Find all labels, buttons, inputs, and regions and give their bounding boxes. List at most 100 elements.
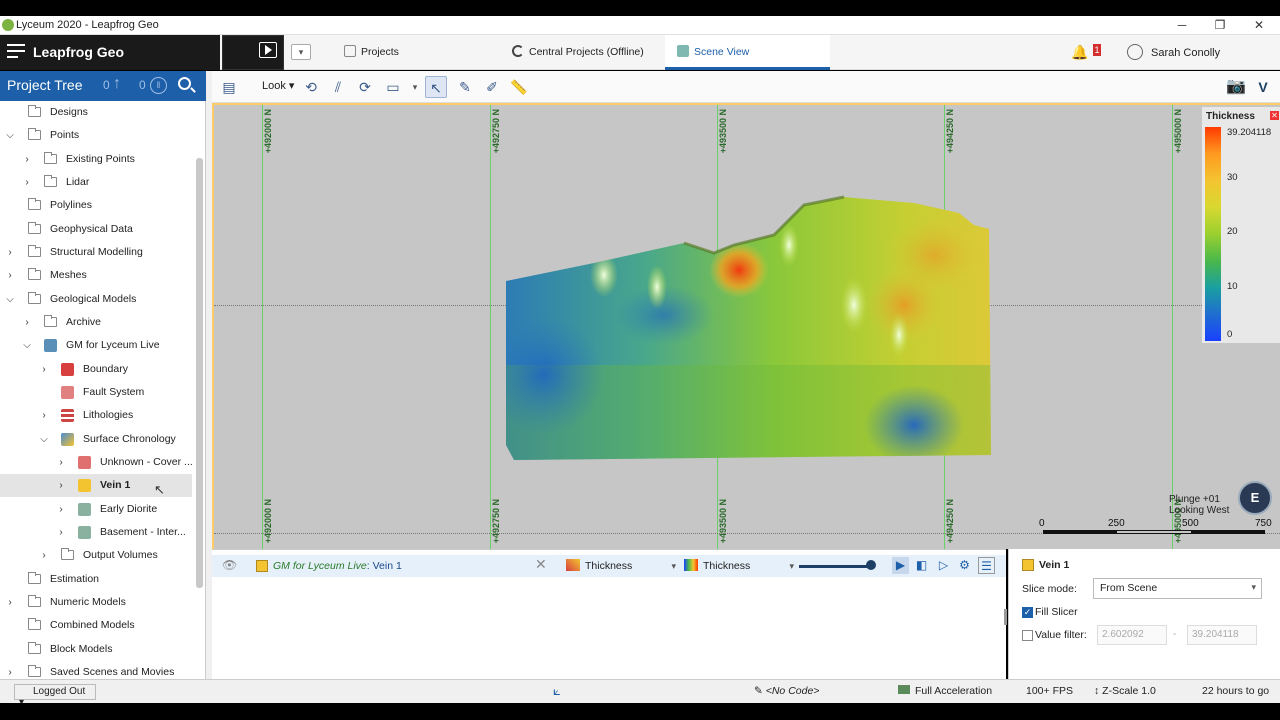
tree-item-estimation[interactable]: Estimation — [0, 568, 192, 591]
expand-chevron-icon[interactable]: › — [21, 171, 33, 194]
user-menu[interactable]: Sarah Conolly — [1127, 44, 1220, 60]
tree-item-lithologies[interactable]: › Lithologies — [0, 404, 192, 427]
property-dropdown[interactable]: Thickness ▾ — [566, 558, 676, 574]
tab-projects[interactable]: Projects — [338, 35, 405, 70]
slice-half-icon[interactable]: ◧ — [913, 557, 930, 574]
tree-item-geological-models[interactable]: ⌵ Geological Models — [0, 288, 192, 311]
tree-item-boundary[interactable]: › Boundary — [0, 358, 192, 381]
ruler-icon[interactable]: 📏 — [508, 76, 530, 98]
login-status-dropdown[interactable]: Logged Out ▾ — [14, 684, 96, 708]
expand-chevron-icon[interactable]: › — [21, 311, 33, 334]
scene-viewport[interactable]: +492000 N +492750 N +493500 N +494250 N … — [212, 103, 1280, 549]
expand-chevron-icon[interactable]: › — [21, 148, 33, 171]
select-tool-icon[interactable]: ↖ — [425, 76, 447, 98]
tree-item-output-volumes[interactable]: › Output Volumes — [0, 544, 192, 567]
look-dropdown[interactable]: Look ▾ — [262, 79, 294, 92]
fill-slicer-checkbox[interactable]: ✓ — [1022, 607, 1033, 618]
code-status[interactable]: ✎ <No Code> — [754, 685, 819, 697]
edit-icon[interactable]: ✐ — [481, 76, 503, 98]
tree-item-lidar[interactable]: › Lidar — [0, 171, 192, 194]
expand-chevron-icon[interactable]: › — [4, 241, 16, 264]
tree-item-fault-system[interactable]: Fault System — [0, 381, 192, 404]
scale-bar: 0 250 500 750 — [1039, 518, 1272, 542]
tree-item-vein-1[interactable]: › Vein 1 ↖ — [0, 474, 192, 497]
tree-item-block-models[interactable]: Block Models — [0, 638, 192, 661]
panel-resize-handle[interactable] — [1004, 609, 1007, 625]
box-select-dropdown-icon[interactable]: ▾ — [404, 76, 426, 98]
collapse-chevron-icon[interactable]: ⌵ — [4, 124, 16, 147]
expand-chevron-icon[interactable]: › — [38, 358, 50, 381]
expand-chevron-icon[interactable]: › — [38, 544, 50, 567]
collapse-chevron-icon[interactable]: ⌵ — [21, 334, 33, 357]
expand-chevron-icon[interactable]: › — [55, 521, 67, 544]
axes-icon[interactable]: ⟀ — [553, 683, 561, 699]
layer-properties-icon[interactable]: ☰ — [978, 557, 995, 574]
tree-item-numeric-models[interactable]: › Numeric Models — [0, 591, 192, 614]
slice-tool-icon[interactable]: ▶ — [892, 557, 909, 574]
view-settings-icon[interactable]: V — [1252, 76, 1274, 98]
scene-dropdown-button[interactable]: ▾ — [291, 44, 311, 60]
tab-scene-view[interactable]: Scene View — [665, 35, 830, 70]
value-filter-checkbox[interactable] — [1022, 630, 1033, 641]
value-filter-min-input[interactable]: 2.602092 — [1097, 625, 1167, 645]
scene-list-icon[interactable]: ▤ — [218, 76, 240, 98]
close-window-button[interactable]: ✕ — [1249, 17, 1269, 33]
visibility-eye-icon[interactable]: 👁 — [222, 558, 237, 572]
value-filter-max-input[interactable]: 39.204118 — [1187, 625, 1257, 645]
tree-item-gm-for-lyceum-live[interactable]: ⌵ GM for Lyceum Live — [0, 334, 192, 357]
expand-chevron-icon[interactable]: › — [4, 661, 16, 679]
tree-item-saved-scenes[interactable]: › Saved Scenes and Movies — [0, 661, 192, 679]
box-select-icon[interactable]: ▭ — [382, 76, 404, 98]
rotate-icon[interactable]: ⟲ — [300, 76, 322, 98]
expand-chevron-icon[interactable]: › — [55, 498, 67, 521]
collapse-chevron-icon[interactable]: ⌵ — [4, 288, 16, 311]
slice-mode-select[interactable]: From Scene ▾ — [1093, 578, 1262, 599]
expand-chevron-icon[interactable]: › — [4, 264, 16, 287]
tree-scrollbar[interactable] — [196, 158, 203, 588]
filter-tool-icon[interactable]: ⚙ — [956, 557, 973, 574]
expand-chevron-icon[interactable]: › — [38, 404, 50, 427]
tree-up-arrow-icon[interactable]: ↑ — [113, 75, 121, 93]
legend-tick: 30 — [1227, 172, 1238, 183]
tree-item-unknown-cover[interactable]: › Unknown - Cover ... — [0, 451, 193, 474]
expand-chevron-icon[interactable]: › — [55, 451, 67, 474]
tree-pause-icon[interactable]: ‖ — [150, 77, 167, 94]
tree-item-geophysical-data[interactable]: Geophysical Data — [0, 218, 192, 241]
move-plane-icon[interactable]: ⟳ — [354, 76, 376, 98]
tab-central-projects[interactable]: Central Projects (Offline) — [506, 35, 650, 70]
legend-close-icon[interactable]: ✕ — [1270, 111, 1279, 120]
slice-plane-icon[interactable]: ⫽ — [327, 76, 349, 98]
restore-button[interactable]: ❐ — [1210, 17, 1230, 33]
collapse-chevron-icon[interactable]: ⌵ — [38, 428, 50, 451]
minimize-button[interactable]: ─ — [1172, 17, 1192, 33]
tree-item-archive[interactable]: › Archive — [0, 311, 192, 334]
draw-line-icon[interactable]: ✎ — [454, 76, 476, 98]
tree-item-polylines[interactable]: Polylines — [0, 194, 192, 217]
expand-chevron-icon[interactable]: › — [55, 474, 67, 497]
transparency-slider-handle[interactable] — [866, 560, 876, 570]
colormap-dropdown[interactable]: Thickness ▾ — [684, 558, 794, 574]
slice-forward-icon[interactable]: ▷ — [935, 557, 952, 574]
remove-layer-icon[interactable]: ✕ — [535, 556, 547, 573]
tree-item-combined-models[interactable]: Combined Models — [0, 614, 192, 637]
tree-item-surface-chronology[interactable]: ⌵ Surface Chronology — [0, 428, 192, 451]
screenshot-camera-icon[interactable]: 📷 — [1225, 76, 1247, 98]
tree-item-meshes[interactable]: › Meshes — [0, 264, 192, 287]
tree-item-structural-modelling[interactable]: › Structural Modelling — [0, 241, 192, 264]
zscale-control[interactable]: ↕ Z-Scale 1.0 — [1094, 685, 1156, 697]
notifications-bell-icon[interactable]: 🔔 — [1071, 44, 1088, 61]
transparency-slider[interactable] — [799, 565, 871, 568]
tree-item-designs[interactable]: Designs — [0, 101, 192, 124]
vein-thickness-surface[interactable] — [214, 105, 1280, 549]
tree-item-basement-inter[interactable]: › Basement - Inter... — [0, 521, 192, 544]
tree-item-points[interactable]: ⌵ Points — [0, 124, 192, 147]
play-scene-button[interactable] — [222, 35, 284, 70]
properties-panel: Vein 1 Slice mode: From Scene ▾ ✓ Fill Sl… — [1004, 549, 1280, 679]
tree-item-early-diorite[interactable]: › Early Diorite — [0, 498, 192, 521]
plunge-readout: Plunge +01 — [1169, 494, 1220, 505]
expand-chevron-icon[interactable]: › — [4, 591, 16, 614]
compass-icon[interactable]: E — [1238, 481, 1272, 515]
tree-item-existing-points[interactable]: › Existing Points — [0, 148, 192, 171]
hamburger-menu-icon[interactable] — [7, 44, 25, 60]
layer-row[interactable]: 👁 GM for Lyceum Live: Vein 1 ✕ Thickness… — [212, 555, 1006, 577]
